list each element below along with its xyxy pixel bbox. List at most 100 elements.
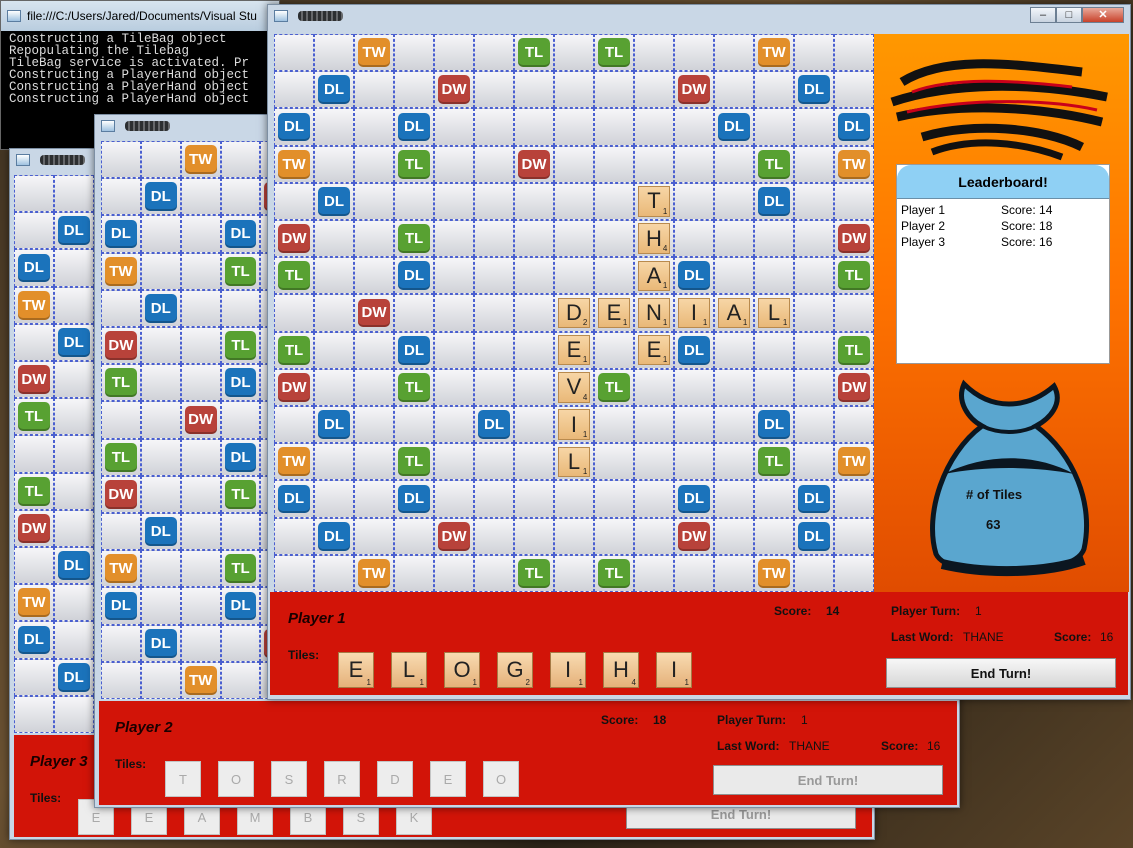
board-cell[interactable]: DL bbox=[314, 182, 354, 220]
board-cell[interactable]: TL bbox=[394, 220, 434, 258]
board-cell[interactable] bbox=[180, 475, 221, 513]
board-cell[interactable] bbox=[354, 368, 394, 406]
board-cell[interactable]: DW bbox=[180, 401, 221, 439]
board-cell[interactable] bbox=[474, 294, 514, 332]
board-cell[interactable]: DW bbox=[354, 294, 394, 332]
board-cell[interactable] bbox=[674, 220, 714, 258]
game-board[interactable]: TW TL TL TW DL DW DW DL DL DL DL DL TW TL DW TL TW DL T 1 DL… bbox=[274, 34, 874, 592]
board-cell[interactable] bbox=[594, 220, 634, 258]
board-cell[interactable] bbox=[220, 624, 261, 662]
board-cell[interactable] bbox=[714, 257, 754, 295]
board-cell[interactable] bbox=[594, 182, 634, 220]
board-cell[interactable] bbox=[53, 286, 94, 324]
board-cell[interactable] bbox=[514, 443, 554, 481]
board-cell[interactable] bbox=[314, 443, 354, 481]
board-cell[interactable] bbox=[180, 438, 221, 476]
board-cell[interactable]: DL bbox=[101, 215, 141, 253]
board-cell[interactable] bbox=[514, 480, 554, 518]
board-cell[interactable] bbox=[714, 517, 754, 555]
board-cell[interactable] bbox=[474, 257, 514, 295]
board-cell[interactable]: DL bbox=[101, 587, 141, 625]
board-cell[interactable]: TW bbox=[14, 584, 54, 622]
board-cell[interactable] bbox=[314, 145, 354, 183]
board-cell[interactable] bbox=[14, 175, 54, 213]
board-cell[interactable] bbox=[514, 108, 554, 146]
board-cell[interactable] bbox=[274, 34, 314, 72]
board-cell[interactable] bbox=[674, 34, 714, 72]
board-cell[interactable] bbox=[180, 550, 221, 588]
board-cell[interactable]: DL bbox=[674, 331, 714, 369]
board-cell[interactable] bbox=[314, 108, 354, 146]
board-cell[interactable]: DL bbox=[140, 289, 181, 327]
board-cell[interactable] bbox=[101, 178, 141, 216]
end-turn-button[interactable]: End Turn! bbox=[713, 765, 943, 795]
board-cell[interactable] bbox=[474, 368, 514, 406]
board-cell[interactable] bbox=[554, 257, 594, 295]
board-cell[interactable]: DL bbox=[754, 182, 794, 220]
board-cell[interactable] bbox=[140, 327, 181, 365]
board-cell[interactable] bbox=[834, 34, 874, 72]
board-cell[interactable]: N1 bbox=[634, 294, 674, 332]
board-cell[interactable]: DL bbox=[754, 406, 794, 444]
board-cell[interactable] bbox=[794, 108, 834, 146]
board-cell[interactable] bbox=[594, 406, 634, 444]
board-cell[interactable] bbox=[53, 175, 94, 213]
board-cell[interactable] bbox=[101, 141, 141, 179]
board-cell[interactable] bbox=[514, 406, 554, 444]
board-cell[interactable] bbox=[434, 443, 474, 481]
letter-tile[interactable]: A1 bbox=[637, 260, 671, 291]
board-cell[interactable] bbox=[53, 472, 94, 510]
rack-tile[interactable]: G2 bbox=[497, 652, 533, 688]
board-cell[interactable] bbox=[434, 368, 474, 406]
console-titlebar[interactable]: file:///C:/Users/Jared/Documents/Visual … bbox=[1, 1, 279, 31]
board-cell[interactable]: DL bbox=[53, 323, 94, 361]
board-cell[interactable] bbox=[434, 220, 474, 258]
rack-tile[interactable]: E1 bbox=[338, 652, 374, 688]
board-cell[interactable] bbox=[14, 658, 54, 696]
board-cell[interactable] bbox=[754, 71, 794, 109]
board-cell[interactable] bbox=[634, 480, 674, 518]
board-cell[interactable] bbox=[834, 480, 874, 518]
board-cell[interactable] bbox=[394, 294, 434, 332]
board-cell[interactable] bbox=[53, 249, 94, 287]
board-cell[interactable] bbox=[314, 294, 354, 332]
board-cell[interactable] bbox=[394, 182, 434, 220]
board-cell[interactable] bbox=[394, 517, 434, 555]
board-cell[interactable] bbox=[220, 289, 261, 327]
window-titlebar[interactable]: – □ ✕ bbox=[268, 5, 1130, 27]
board-cell[interactable]: TW bbox=[754, 554, 794, 592]
rack-tile[interactable]: T bbox=[165, 761, 201, 797]
board-cell[interactable]: TW bbox=[754, 34, 794, 72]
board-cell[interactable] bbox=[754, 331, 794, 369]
board-cell[interactable]: DL bbox=[794, 480, 834, 518]
board-cell[interactable]: DL bbox=[714, 108, 754, 146]
board-cell[interactable]: E1 bbox=[594, 294, 634, 332]
board-cell[interactable] bbox=[674, 368, 714, 406]
board-cell[interactable] bbox=[53, 584, 94, 622]
board-cell[interactable] bbox=[434, 34, 474, 72]
board-cell[interactable]: TL bbox=[101, 364, 141, 402]
board-cell[interactable] bbox=[101, 624, 141, 662]
board-cell[interactable] bbox=[474, 145, 514, 183]
board-cell[interactable] bbox=[474, 34, 514, 72]
board-cell[interactable]: T1 bbox=[634, 182, 674, 220]
board-cell[interactable]: TL bbox=[14, 398, 54, 436]
board-cell[interactable]: TW bbox=[354, 554, 394, 592]
board-cell[interactable]: A1 bbox=[634, 257, 674, 295]
board-cell[interactable]: DL bbox=[220, 215, 261, 253]
board-cell[interactable] bbox=[754, 257, 794, 295]
letter-tile[interactable]: I1 bbox=[557, 409, 591, 440]
board-cell[interactable] bbox=[834, 554, 874, 592]
board-cell[interactable]: TL bbox=[594, 554, 634, 592]
board-cell[interactable] bbox=[714, 554, 754, 592]
board-cell[interactable] bbox=[714, 71, 754, 109]
board-cell[interactable]: DL bbox=[394, 480, 434, 518]
board-cell[interactable] bbox=[314, 480, 354, 518]
board-cell[interactable]: DL bbox=[314, 517, 354, 555]
board-cell[interactable] bbox=[794, 331, 834, 369]
board-cell[interactable]: TL bbox=[834, 331, 874, 369]
board-cell[interactable]: V4 bbox=[554, 368, 594, 406]
board-cell[interactable] bbox=[594, 517, 634, 555]
board-cell[interactable] bbox=[14, 435, 54, 473]
board-cell[interactable] bbox=[714, 443, 754, 481]
